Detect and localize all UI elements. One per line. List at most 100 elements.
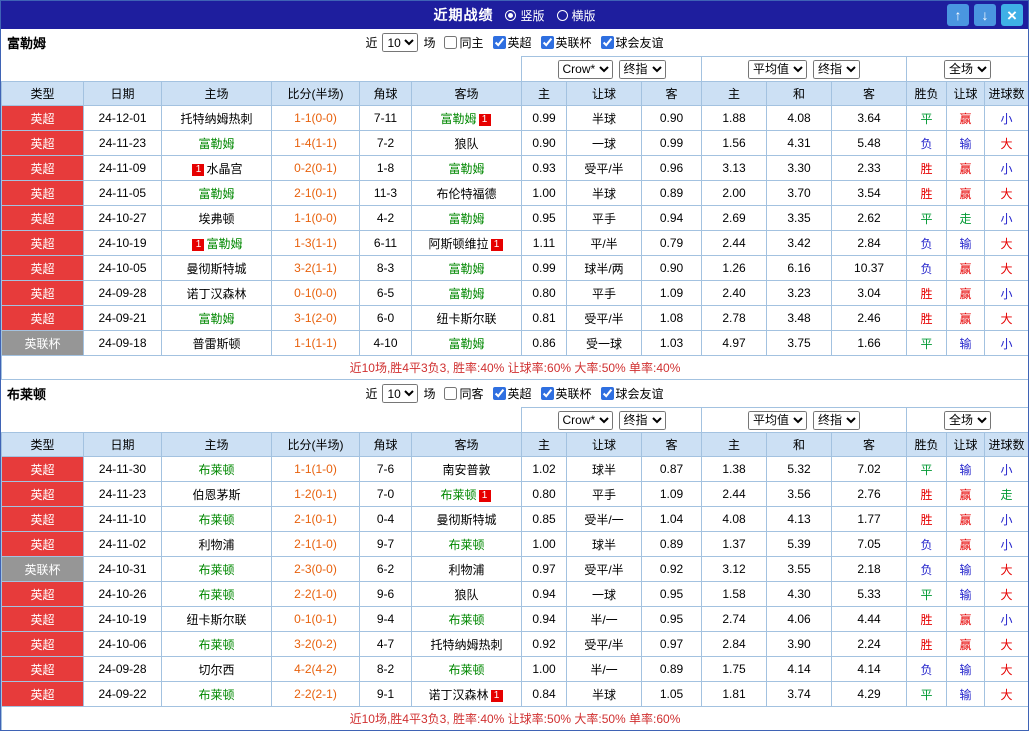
asia-handicap-cell: 半球 <box>566 180 642 206</box>
match-result-cell: 负 <box>906 130 948 156</box>
score-cell: 1-3(1-1) <box>271 230 360 256</box>
score-cell: 1-1(0-0) <box>271 205 360 231</box>
column-header: 和 <box>766 81 833 106</box>
league-type-cell: 英超 <box>1 456 84 482</box>
match-result-cell: 胜 <box>906 305 948 331</box>
league-type-cell: 英超 <box>1 481 84 507</box>
asia-handicap-cell: 球半 <box>566 531 642 557</box>
scope-select[interactable]: 全场 <box>944 59 992 79</box>
league-filter-checkbox-3[interactable]: 球会友谊 <box>600 385 664 402</box>
asia-handicap-cell: 平手 <box>566 205 642 231</box>
scroll-down-button[interactable]: ↓ <box>974 4 996 26</box>
europe-away-odds-cell: 7.02 <box>831 456 908 482</box>
away-team-cell: 富勒姆 1 <box>411 105 522 131</box>
radio-selected-icon <box>505 9 517 21</box>
score-cell: 2-1(0-1) <box>271 180 360 206</box>
match-result-cell: 负 <box>906 230 948 256</box>
home-team-cell: 诺丁汉森林 <box>161 280 272 306</box>
league-filter-checkbox-3[interactable]: 球会友谊 <box>600 34 664 51</box>
team-label: 布莱顿 <box>448 537 485 552</box>
europe-home-odds-cell: 4.08 <box>701 506 768 532</box>
column-header: 客 <box>831 81 908 106</box>
league-filter-checkbox-2[interactable]: 英联杯 <box>540 385 592 402</box>
europe-average-select[interactable]: 平均值 <box>748 410 808 430</box>
date-cell: 24-10-31 <box>83 556 162 582</box>
asia-away-odds-cell: 0.97 <box>640 631 703 657</box>
corners-cell: 9-1 <box>359 681 412 707</box>
goals-result-cell: 大 <box>984 681 1028 707</box>
europe-away-odds-cell: 5.33 <box>831 581 908 607</box>
asia-home-odds-cell: 0.97 <box>521 556 567 582</box>
asia-home-odds-cell: 0.92 <box>521 631 567 657</box>
asia-home-odds-cell: 0.95 <box>521 205 567 231</box>
team-label: 富勒姆 <box>448 286 485 301</box>
handicap-result-cell: 输 <box>946 656 986 682</box>
asia-time-select[interactable]: 终指 <box>618 59 666 79</box>
scroll-up-button[interactable]: ↑ <box>947 4 969 26</box>
match-result-cell: 平 <box>906 581 948 607</box>
bookmaker-select[interactable]: Crow* <box>557 410 613 430</box>
asia-home-odds-cell: 0.81 <box>521 305 567 331</box>
asia-away-odds-cell: 0.95 <box>640 581 703 607</box>
handicap-result-cell: 赢 <box>946 305 986 331</box>
europe-away-odds-cell: 3.04 <box>831 280 908 306</box>
corners-cell: 6-11 <box>359 230 412 256</box>
team-label: 布莱顿 <box>440 487 477 502</box>
match-count-select[interactable]: 10 <box>382 384 419 403</box>
europe-time-select[interactable]: 终指 <box>813 59 861 79</box>
league-filter-checkbox-1[interactable]: 英超 <box>492 385 532 402</box>
match-row: 英联杯 24-09-18 普雷斯顿 1-1(1-1) 4-10 富勒姆 0.86 受一球 1.0… <box>1 330 1028 356</box>
match-row: 英超 24-09-28 诺丁汉森林 0-1(0-0) 6-5 富勒姆 0.80 平手 1.09 2… <box>1 280 1028 306</box>
europe-draw-odds-cell: 4.31 <box>766 130 833 156</box>
asia-away-odds-cell: 0.89 <box>640 531 703 557</box>
asia-home-odds-cell: 0.93 <box>521 155 567 181</box>
section-header: 布莱顿 近 10 场 同客 英超 英联杯 球会友谊 <box>1 380 1028 407</box>
corners-cell: 9-4 <box>359 606 412 632</box>
europe-draw-odds-cell: 3.23 <box>766 280 833 306</box>
league-type-cell: 英超 <box>1 155 84 181</box>
away-team-cell: 布莱顿 <box>411 656 522 682</box>
europe-home-odds-cell: 2.44 <box>701 481 768 507</box>
match-count-select[interactable]: 10 <box>382 33 419 52</box>
asia-home-odds-cell: 1.11 <box>521 230 567 256</box>
league-filter-checkbox-1[interactable]: 英超 <box>492 34 532 51</box>
home-team-cell: 布莱顿 <box>161 556 272 582</box>
bookmaker-select[interactable]: Crow* <box>557 59 613 79</box>
column-header: 类型 <box>1 81 84 106</box>
near-label: 近 <box>365 387 378 401</box>
league-filter-label: 球会友谊 <box>615 387 664 401</box>
europe-away-odds-cell: 10.37 <box>831 255 908 281</box>
home-team-cell: 托特纳姆热刺 <box>161 105 272 131</box>
red-card-badge: 1 <box>478 489 491 502</box>
column-header: 和 <box>766 432 833 457</box>
away-team-cell: 纽卡斯尔联 <box>411 305 522 331</box>
europe-average-select[interactable]: 平均值 <box>748 59 808 79</box>
europe-time-select[interactable]: 终指 <box>813 410 861 430</box>
goals-result-cell: 小 <box>984 155 1028 181</box>
same-venue-checkbox[interactable]: 同主 <box>444 34 484 51</box>
asia-handicap-cell: 一球 <box>566 130 642 156</box>
match-row: 英超 24-11-30 布莱顿 1-1(1-0) 7-6 南安普敦 1.02 球半 0.87 1.… <box>1 456 1028 482</box>
close-button[interactable]: × <box>1001 4 1023 26</box>
team-section-2: 布莱顿近 10 场同客 英超 英联杯 球会友谊 Crow* 终指 平均值 终指 全场 类型 日期 主场 比分… <box>1 380 1028 730</box>
team-label: 狼队 <box>454 587 479 602</box>
asia-time-select[interactable]: 终指 <box>618 410 666 430</box>
layout-radio-horizontal[interactable]: 横版 <box>556 7 596 24</box>
scope-select[interactable]: 全场 <box>944 410 992 430</box>
away-team-cell: 狼队 <box>411 130 522 156</box>
score-cell: 2-3(0-0) <box>271 556 360 582</box>
same-venue-checkbox[interactable]: 同客 <box>444 385 484 402</box>
home-team-cell: 1 富勒姆 <box>161 230 272 256</box>
team-label: 富勒姆 <box>448 211 485 226</box>
team-label: 切尔西 <box>198 662 235 677</box>
red-card-badge: 1 <box>478 113 491 126</box>
league-filter-checkbox-2[interactable]: 英联杯 <box>540 34 592 51</box>
match-result-cell: 平 <box>906 205 948 231</box>
asia-handicap-cell: 受半/一 <box>566 506 642 532</box>
layout-radio-vertical[interactable]: 竖版 <box>505 7 545 24</box>
europe-away-odds-cell: 2.62 <box>831 205 908 231</box>
league-filter-label: 英超 <box>507 36 532 50</box>
team-label: 埃弗顿 <box>198 211 235 226</box>
asia-away-odds-cell: 1.09 <box>640 481 703 507</box>
score-cell: 2-1(1-0) <box>271 531 360 557</box>
